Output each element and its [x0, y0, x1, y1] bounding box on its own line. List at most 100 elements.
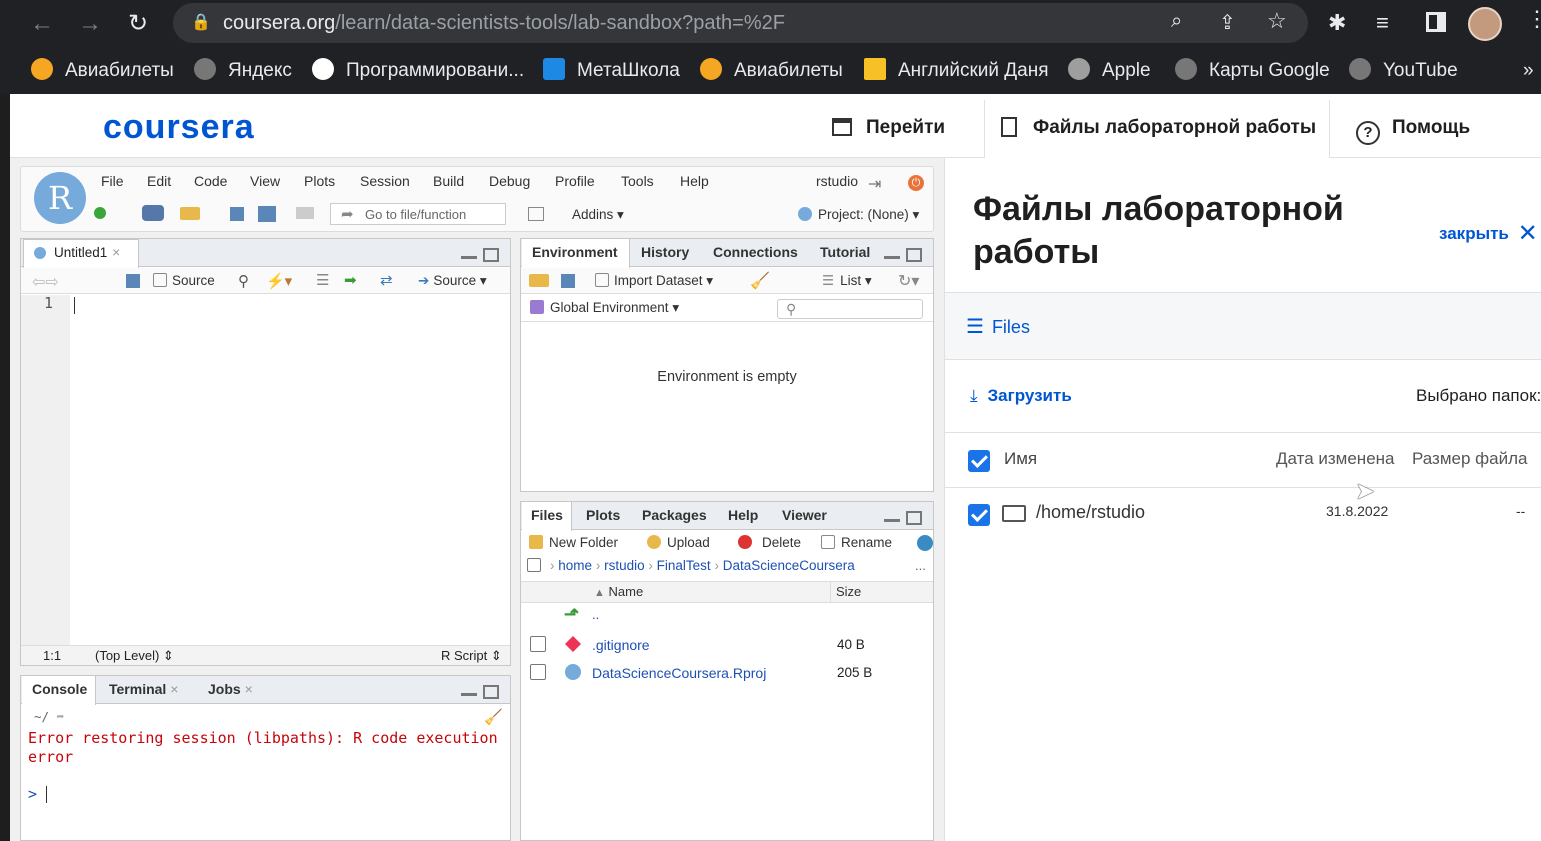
- view-list-button[interactable]: ☰ List ▾: [822, 273, 872, 289]
- clear-console-icon[interactable]: 🧹: [484, 708, 503, 726]
- upload-files-button[interactable]: ⤓ Загрузить: [970, 386, 1072, 406]
- new-folder-button[interactable]: New Folder: [529, 535, 618, 550]
- goto-dir-icon[interactable]: ➦: [57, 709, 65, 724]
- help-button[interactable]: ? Помощь: [1356, 100, 1470, 158]
- breadcrumb-finaltest[interactable]: FinalTest: [657, 558, 711, 573]
- menu-help[interactable]: Help: [680, 173, 709, 189]
- code-editor[interactable]: [71, 295, 509, 645]
- menu-plots[interactable]: Plots: [304, 173, 335, 189]
- extensions-icon[interactable]: ✱: [1328, 10, 1346, 36]
- environment-search-input[interactable]: ⚲: [777, 299, 923, 319]
- bookmark-8[interactable]: Карты Google: [1175, 58, 1330, 84]
- back-arrow-icon[interactable]: ←: [26, 8, 58, 40]
- close-tab-icon[interactable]: ×: [170, 681, 178, 697]
- tab-connections[interactable]: Connections: [713, 244, 798, 260]
- breadcrumb-rstudio[interactable]: rstudio: [604, 558, 645, 573]
- save-icon[interactable]: [230, 207, 244, 221]
- menu-profile[interactable]: Profile: [555, 173, 595, 189]
- select-all-files-checkbox[interactable]: [968, 450, 990, 472]
- zoom-icon[interactable]: ⌕: [1171, 10, 1182, 33]
- maximize-icon[interactable]: [906, 248, 922, 262]
- go-up-icon[interactable]: ⬏: [564, 604, 579, 625]
- tab-terminal[interactable]: Terminal ×: [109, 681, 178, 697]
- tab-untitled1[interactable]: Untitled1 ×: [23, 239, 139, 268]
- tab-history[interactable]: History: [641, 244, 689, 260]
- tab-plots[interactable]: Plots: [586, 507, 620, 523]
- menu-session[interactable]: Session: [360, 173, 410, 189]
- checkbox-icon[interactable]: [153, 273, 167, 287]
- compile-icon[interactable]: ☰: [316, 271, 329, 289]
- menu-tools[interactable]: Tools: [621, 173, 654, 189]
- column-modified[interactable]: Дата изменена: [1276, 449, 1395, 469]
- tab-help[interactable]: Help: [728, 507, 758, 523]
- bookmark-9[interactable]: YouTube: [1349, 58, 1458, 84]
- side-panel-icon[interactable]: [1426, 12, 1446, 32]
- new-project-icon[interactable]: [142, 205, 164, 221]
- rerun-icon[interactable]: ⇄: [380, 271, 393, 289]
- media-queue-icon[interactable]: ≡: [1376, 10, 1389, 36]
- file-row-checkbox[interactable]: [530, 664, 546, 680]
- bookmark-3[interactable]: Программировани...: [312, 58, 524, 84]
- print-icon[interactable]: [296, 207, 314, 219]
- bookmarks-overflow[interactable]: »: [1523, 58, 1534, 84]
- save-workspace-icon[interactable]: [561, 274, 575, 288]
- run-icon[interactable]: ➡: [344, 271, 357, 289]
- file-name-gitignore[interactable]: .gitignore: [592, 637, 650, 653]
- breadcrumb-home[interactable]: home: [558, 558, 592, 573]
- menu-view[interactable]: View: [250, 173, 280, 189]
- parent-directory-link[interactable]: ..: [592, 607, 599, 622]
- row-checkbox[interactable]: [968, 504, 990, 526]
- coursera-logo[interactable]: coursera: [103, 108, 255, 147]
- filetype-selector[interactable]: R Script ⇕: [441, 648, 502, 664]
- menu-edit[interactable]: Edit: [147, 173, 171, 189]
- power-icon[interactable]: ⏻: [908, 175, 924, 191]
- maximize-icon[interactable]: [483, 248, 499, 262]
- menu-file[interactable]: File: [101, 173, 124, 189]
- maximize-icon[interactable]: [483, 685, 499, 699]
- select-all-checkbox[interactable]: [527, 558, 541, 572]
- editor-save-icon[interactable]: [126, 274, 140, 288]
- scope-selector[interactable]: (Top Level) ⇕: [95, 648, 174, 664]
- go-to-file-input[interactable]: ➦ Go to file/function: [330, 203, 506, 225]
- tab-packages[interactable]: Packages: [642, 507, 707, 523]
- star-icon[interactable]: ☆: [1267, 8, 1287, 34]
- column-size-header[interactable]: Size: [836, 584, 861, 599]
- column-name-header[interactable]: ▲ Name: [594, 584, 643, 599]
- source-on-save[interactable]: Source: [153, 273, 215, 288]
- load-workspace-icon[interactable]: [529, 274, 549, 287]
- menu-debug[interactable]: Debug: [489, 173, 530, 189]
- tab-jobs[interactable]: Jobs ×: [208, 681, 253, 697]
- address-bar[interactable]: 🔒 coursera.org/learn/data-scientists-too…: [173, 3, 1308, 43]
- bookmark-5[interactable]: Авиабилеты: [700, 58, 843, 84]
- bookmark-6[interactable]: Английский Даня: [864, 58, 1049, 84]
- bookmark-1[interactable]: Авиабилеты: [31, 58, 174, 84]
- goto-button[interactable]: Перейти: [832, 100, 945, 158]
- delete-button[interactable]: Delete: [738, 535, 801, 550]
- reload-icon[interactable]: ↻: [122, 8, 154, 40]
- tab-tutorial[interactable]: Tutorial: [820, 244, 870, 260]
- column-name[interactable]: Имя: [1004, 449, 1037, 469]
- project-menu[interactable]: Project: (None) ▾: [798, 207, 919, 223]
- save-all-icon[interactable]: [258, 206, 276, 222]
- new-file-icon[interactable]: [94, 207, 106, 219]
- menu-code[interactable]: Code: [194, 173, 227, 189]
- minimize-icon[interactable]: [461, 693, 477, 696]
- broom-icon[interactable]: 🧹: [750, 271, 770, 291]
- forward-arrow-icon[interactable]: →: [74, 8, 106, 40]
- menu-build[interactable]: Build: [433, 173, 464, 189]
- minimize-icon[interactable]: [884, 256, 900, 259]
- import-dataset-button[interactable]: Import Dataset ▾: [595, 273, 713, 289]
- bookmark-4[interactable]: МетаШкола: [543, 58, 680, 84]
- refresh-icon[interactable]: ↻▾: [898, 271, 919, 291]
- folder-name[interactable]: /home/rstudio: [1036, 502, 1145, 523]
- file-row-checkbox[interactable]: [530, 636, 546, 652]
- kebab-menu-icon[interactable]: ⋮: [1526, 6, 1541, 32]
- file-name-rproj[interactable]: DataScienceCoursera.Rproj: [592, 665, 766, 681]
- magic-wand-icon[interactable]: ⚡▾: [266, 272, 292, 290]
- tab-viewer[interactable]: Viewer: [782, 507, 827, 523]
- files-menu-button[interactable]: ☰ Files: [966, 314, 1030, 339]
- global-environment-select[interactable]: Global Environment ▾: [530, 300, 679, 316]
- rename-button[interactable]: Rename: [821, 535, 892, 550]
- maximize-icon[interactable]: [906, 511, 922, 525]
- breadcrumb-datasciencecoursera[interactable]: DataScienceCoursera: [723, 558, 855, 573]
